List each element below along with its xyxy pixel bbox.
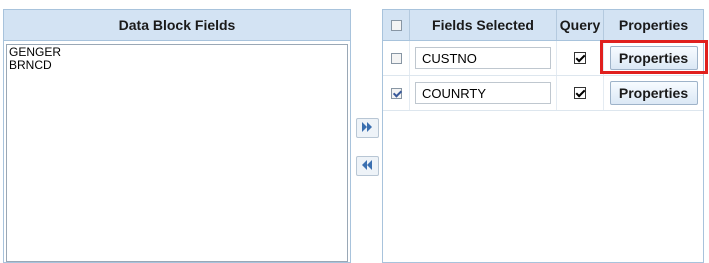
remove-fields-button[interactable] [356,156,379,176]
list-item[interactable]: GENGER [9,46,345,59]
properties-button[interactable]: Properties [609,46,698,70]
field-cell [410,76,557,110]
double-left-arrow-icon [362,160,372,170]
select-all-checkbox[interactable] [390,19,402,31]
properties-cell: Properties [604,81,703,105]
data-block-fields-list[interactable]: GENGER BRNCD [6,44,348,262]
row-select-checkbox[interactable] [390,52,402,64]
fields-selected-heading: Fields Selected [410,10,557,40]
field-cell [410,41,557,75]
select-all-cell [383,10,410,40]
list-item[interactable]: BRNCD [9,59,345,72]
query-checkbox[interactable] [574,52,586,64]
properties-button[interactable]: Properties [609,81,698,105]
row-select-cell [383,76,410,110]
double-right-arrow-icon [362,122,372,132]
query-heading: Query [557,10,604,40]
properties-cell: Properties [604,46,703,70]
query-cell [557,76,604,110]
query-checkbox[interactable] [574,87,586,99]
field-name-input[interactable] [415,47,551,69]
data-block-fields-panel: Data Block Fields GENGER BRNCD [3,9,351,263]
row-select-checkbox[interactable] [390,87,402,99]
fields-selected-header: Fields Selected Query Properties [383,10,703,41]
row-select-cell [383,41,410,75]
data-block-fields-title: Data Block Fields [4,10,350,41]
add-fields-button[interactable] [356,118,379,138]
fields-selected-panel: Fields Selected Query Properties Propert… [382,9,704,263]
query-cell [557,41,604,75]
table-row: Properties [383,41,703,76]
field-name-input[interactable] [415,82,551,104]
properties-heading: Properties [618,17,689,33]
table-row: Properties [383,76,703,111]
